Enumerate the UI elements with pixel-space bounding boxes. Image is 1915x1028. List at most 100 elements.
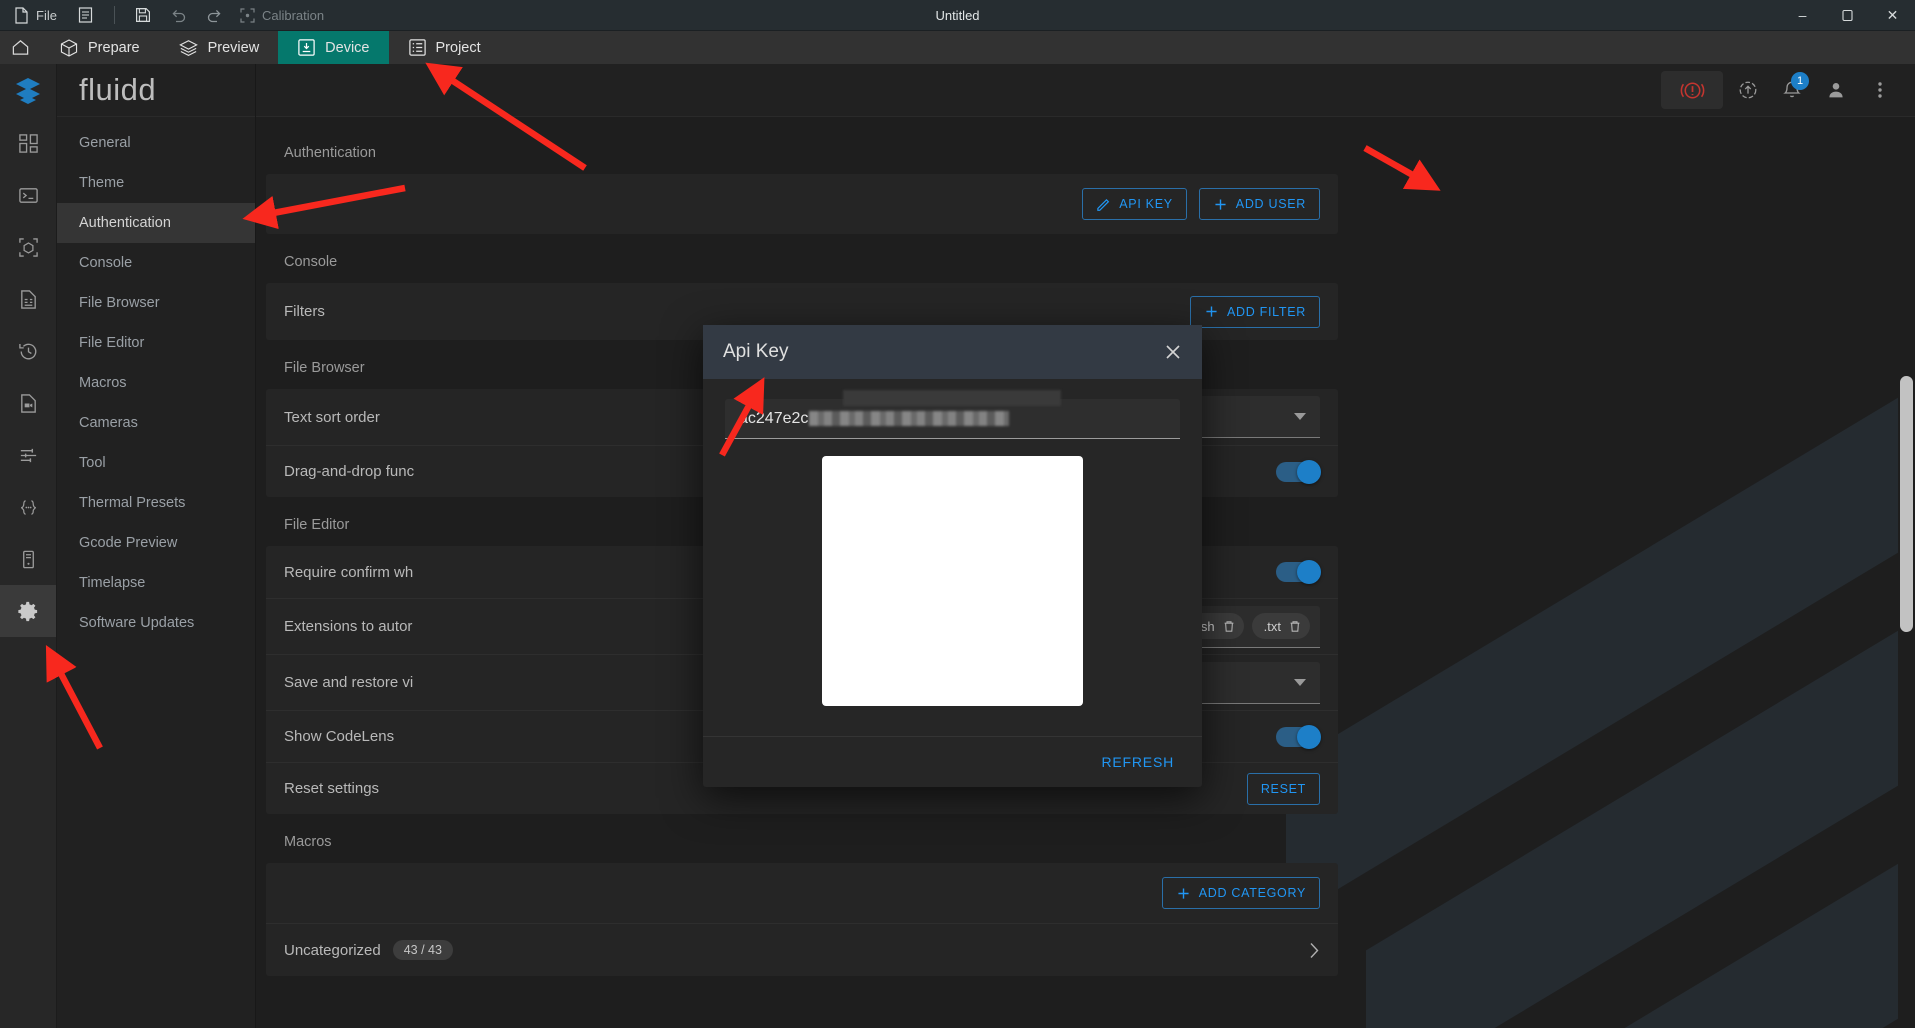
require-confirm-toggle[interactable] <box>1276 560 1321 584</box>
minimize-button[interactable]: – <box>1780 0 1825 31</box>
sidebar-item-console[interactable]: Console <box>57 243 255 283</box>
api-key-button[interactable]: API KEY <box>1082 188 1187 220</box>
drag-and-drop-label: Drag-and-drop func <box>284 463 415 480</box>
sidebar-item-gcode-preview[interactable]: Gcode Preview <box>57 523 255 563</box>
sidebar-item-tool[interactable]: Tool <box>57 443 255 483</box>
layers-icon <box>178 39 198 56</box>
uncategorized-row[interactable]: Uncategorized 43 / 43 <box>266 923 1338 976</box>
require-confirm-label: Require confirm wh <box>284 563 414 581</box>
add-category-button-label: ADD CATEGORY <box>1198 886 1306 900</box>
sidebar-item-authentication[interactable]: Authentication <box>57 203 255 243</box>
text-sort-order-label: Text sort order <box>284 408 380 426</box>
sidebar-item-macros[interactable]: Macros <box>57 363 255 403</box>
reset-settings-label: Reset settings <box>284 780 380 797</box>
show-codelens-toggle[interactable] <box>1276 724 1321 749</box>
upload-button[interactable] <box>1729 71 1767 109</box>
chip-txt[interactable]: .txt <box>1251 613 1310 639</box>
notification-badge: 1 <box>1791 72 1809 90</box>
undo-icon <box>172 9 186 23</box>
chip-txt-label: .txt <box>1263 618 1281 634</box>
scrollbar-thumb[interactable] <box>1900 376 1913 632</box>
sidebar-item-theme[interactable]: Theme <box>57 163 255 203</box>
reset-button[interactable]: RESET <box>1246 772 1320 805</box>
maximize-button[interactable] <box>1825 0 1870 31</box>
chevron-down-icon <box>1294 413 1306 420</box>
add-filter-button[interactable]: ADD FILTER <box>1190 295 1320 328</box>
drag-and-drop-toggle[interactable] <box>1276 459 1321 484</box>
save-button[interactable] <box>126 2 160 28</box>
redo-button[interactable] <box>198 2 232 28</box>
rail-item-dashboard[interactable] <box>0 117 56 169</box>
notifications-button[interactable]: 1 <box>1773 71 1811 109</box>
sidebar-item-software-updates[interactable]: Software Updates <box>57 603 255 643</box>
qr-holder <box>725 439 1180 726</box>
refresh-button[interactable]: REFRESH <box>1090 746 1187 778</box>
reset-button-label: RESET <box>1260 781 1306 796</box>
trash-icon[interactable] <box>1289 620 1301 633</box>
tab-preview[interactable]: Preview <box>159 31 279 64</box>
sidebar-item-file-browser[interactable]: File Browser <box>57 283 255 323</box>
list-icon <box>79 7 93 23</box>
project-list-icon <box>408 39 426 56</box>
calibration-button[interactable]: Calibration <box>234 2 334 28</box>
file-list-icon <box>20 289 36 309</box>
home-tab[interactable] <box>0 31 40 64</box>
file-menu-button[interactable]: File <box>8 2 67 28</box>
tab-prepare-label: Prepare <box>88 39 140 56</box>
tab-device[interactable]: Device <box>278 31 389 64</box>
vertical-scrollbar[interactable] <box>1898 64 1915 1028</box>
calibration-label: Calibration <box>261 7 325 23</box>
sidebar-item-thermal-presets[interactable]: Thermal Presets <box>57 483 255 523</box>
dashboard-icon <box>18 133 38 153</box>
file-icon <box>15 6 28 24</box>
tab-project-label: Project <box>435 39 481 56</box>
fluidd-brand: fluidd <box>57 64 255 117</box>
undo-button[interactable] <box>162 2 196 28</box>
settings-sidebar: fluidd General Theme Authentication Cons… <box>57 64 256 1028</box>
tab-prepare[interactable]: Prepare <box>40 31 159 64</box>
add-filter-button-label: ADD FILTER <box>1227 304 1306 319</box>
add-user-button[interactable]: ADD USER <box>1198 188 1320 220</box>
rail-item-jobs[interactable] <box>0 273 56 325</box>
plus-icon <box>1178 887 1189 899</box>
fluidd-header: 1 <box>256 64 1915 117</box>
sidebar-item-timelapse[interactable]: Timelapse <box>57 563 255 603</box>
user-account-button[interactable] <box>1817 71 1855 109</box>
tab-device-label: Device <box>325 39 370 56</box>
sidebar-item-cameras[interactable]: Cameras <box>57 403 255 443</box>
sidebar-item-general[interactable]: General <box>57 123 255 163</box>
rail-item-console[interactable] <box>0 169 56 221</box>
upload-target-icon <box>1739 81 1757 99</box>
api-key-input[interactable]: ac247e2c <box>725 390 1180 439</box>
outline-button[interactable] <box>69 2 103 28</box>
authentication-actions-row: API KEY ADD USER <box>266 174 1338 234</box>
cube-icon <box>18 237 38 257</box>
save-restore-label: Save and restore vi <box>284 674 414 691</box>
section-title-authentication: Authentication <box>284 145 376 161</box>
rail-item-timelapse[interactable] <box>0 377 56 429</box>
redaction-block-top <box>843 390 1061 406</box>
rail-item-history[interactable] <box>0 325 56 377</box>
plus-icon <box>1206 306 1217 317</box>
device-icon <box>298 39 315 56</box>
close-icon[interactable] <box>1164 343 1182 361</box>
emergency-stop-button[interactable] <box>1661 71 1723 109</box>
authentication-card: API KEY ADD USER <box>266 174 1338 234</box>
maximize-icon <box>1842 9 1853 21</box>
close-button[interactable]: ✕ <box>1870 0 1915 31</box>
sidebar-item-file-editor[interactable]: File Editor <box>57 323 255 363</box>
add-category-button[interactable]: ADD CATEGORY <box>1161 877 1320 909</box>
trash-icon[interactable] <box>1223 620 1235 633</box>
pencil-icon <box>1097 198 1110 211</box>
rail-item-settings[interactable] <box>0 585 56 637</box>
more-menu-button[interactable] <box>1861 71 1899 109</box>
api-key-dialog: Api Key ac247e2c REFRESH <box>703 325 1202 787</box>
api-key-redacted <box>809 411 1010 426</box>
rail-item-tune[interactable] <box>0 221 56 273</box>
video-file-icon <box>20 393 36 413</box>
rail-item-limits[interactable] <box>0 429 56 481</box>
rail-item-system[interactable] <box>0 533 56 585</box>
tab-project[interactable]: Project <box>389 31 500 64</box>
rail-item-config[interactable] <box>0 481 56 533</box>
api-key-qr-code <box>822 456 1083 706</box>
